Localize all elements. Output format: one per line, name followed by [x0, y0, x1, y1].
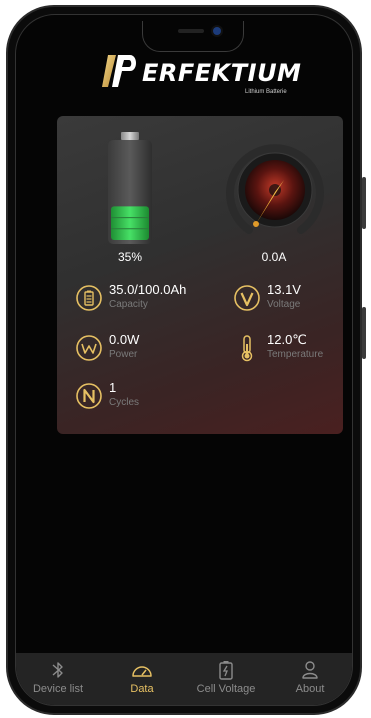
voltage-icon [234, 285, 260, 311]
voltage-value: 13.1V [267, 282, 301, 297]
current-value: 0.0A [261, 250, 287, 264]
bluetooth-icon [52, 662, 63, 678]
nav-device-list-label: Device list [32, 683, 84, 695]
logo-mark-icon [102, 55, 136, 87]
brand-subtitle: Lithium Batterie [245, 89, 287, 95]
battery-level-icon [76, 285, 102, 311]
data-card: 35% 0.0A 35.0/100.0Ah Capacity 13.1V Vol… [57, 116, 343, 434]
temperature-label: Temperature [267, 349, 324, 360]
nav-cell-voltage-label: Cell Voltage [196, 683, 256, 695]
capacity-value: 35.0/100.0Ah [109, 282, 187, 297]
nav-data[interactable]: Data [100, 653, 184, 705]
capacity-label: Capacity [109, 299, 148, 310]
cycles-icon [76, 383, 102, 409]
brand-logo: ERFEKTIUM Lithium Batterie [100, 49, 310, 97]
power-label: Power [109, 349, 138, 360]
speaker [178, 29, 204, 33]
brand-name: ERFEKTIUM [142, 59, 302, 87]
cycles-value: 1 [109, 380, 117, 395]
notch [142, 21, 244, 52]
nav-about-label: About [295, 683, 325, 695]
battery-percent: 35% [117, 250, 143, 264]
nav-data-label: Data [130, 683, 154, 695]
voltage-label: Voltage [267, 299, 301, 310]
gauge-icon [132, 666, 152, 677]
user-icon [302, 661, 318, 679]
battery-cell-icon [219, 661, 233, 680]
nav-device-list[interactable]: Device list [16, 653, 100, 705]
nav-about[interactable]: About [268, 653, 352, 705]
temperature-value: 12.0℃ [267, 332, 307, 347]
thermometer-icon [241, 335, 253, 362]
bottom-navigation: Device list Data Cell Voltage About [16, 653, 352, 705]
battery-level-graphic [108, 132, 152, 244]
power-icon [76, 335, 102, 361]
front-camera [213, 27, 221, 35]
current-gauge [226, 144, 324, 234]
phone-frame: ERFEKTIUM Lithium Batterie 35% 0.0A 35.0… [6, 5, 366, 715]
nav-cell-voltage[interactable]: Cell Voltage [184, 653, 268, 705]
volume-button [362, 177, 366, 229]
power-button [362, 307, 366, 359]
cycles-label: Cycles [109, 397, 140, 408]
screen: ERFEKTIUM Lithium Batterie 35% 0.0A 35.0… [15, 14, 353, 706]
power-value: 0.0W [109, 332, 140, 347]
